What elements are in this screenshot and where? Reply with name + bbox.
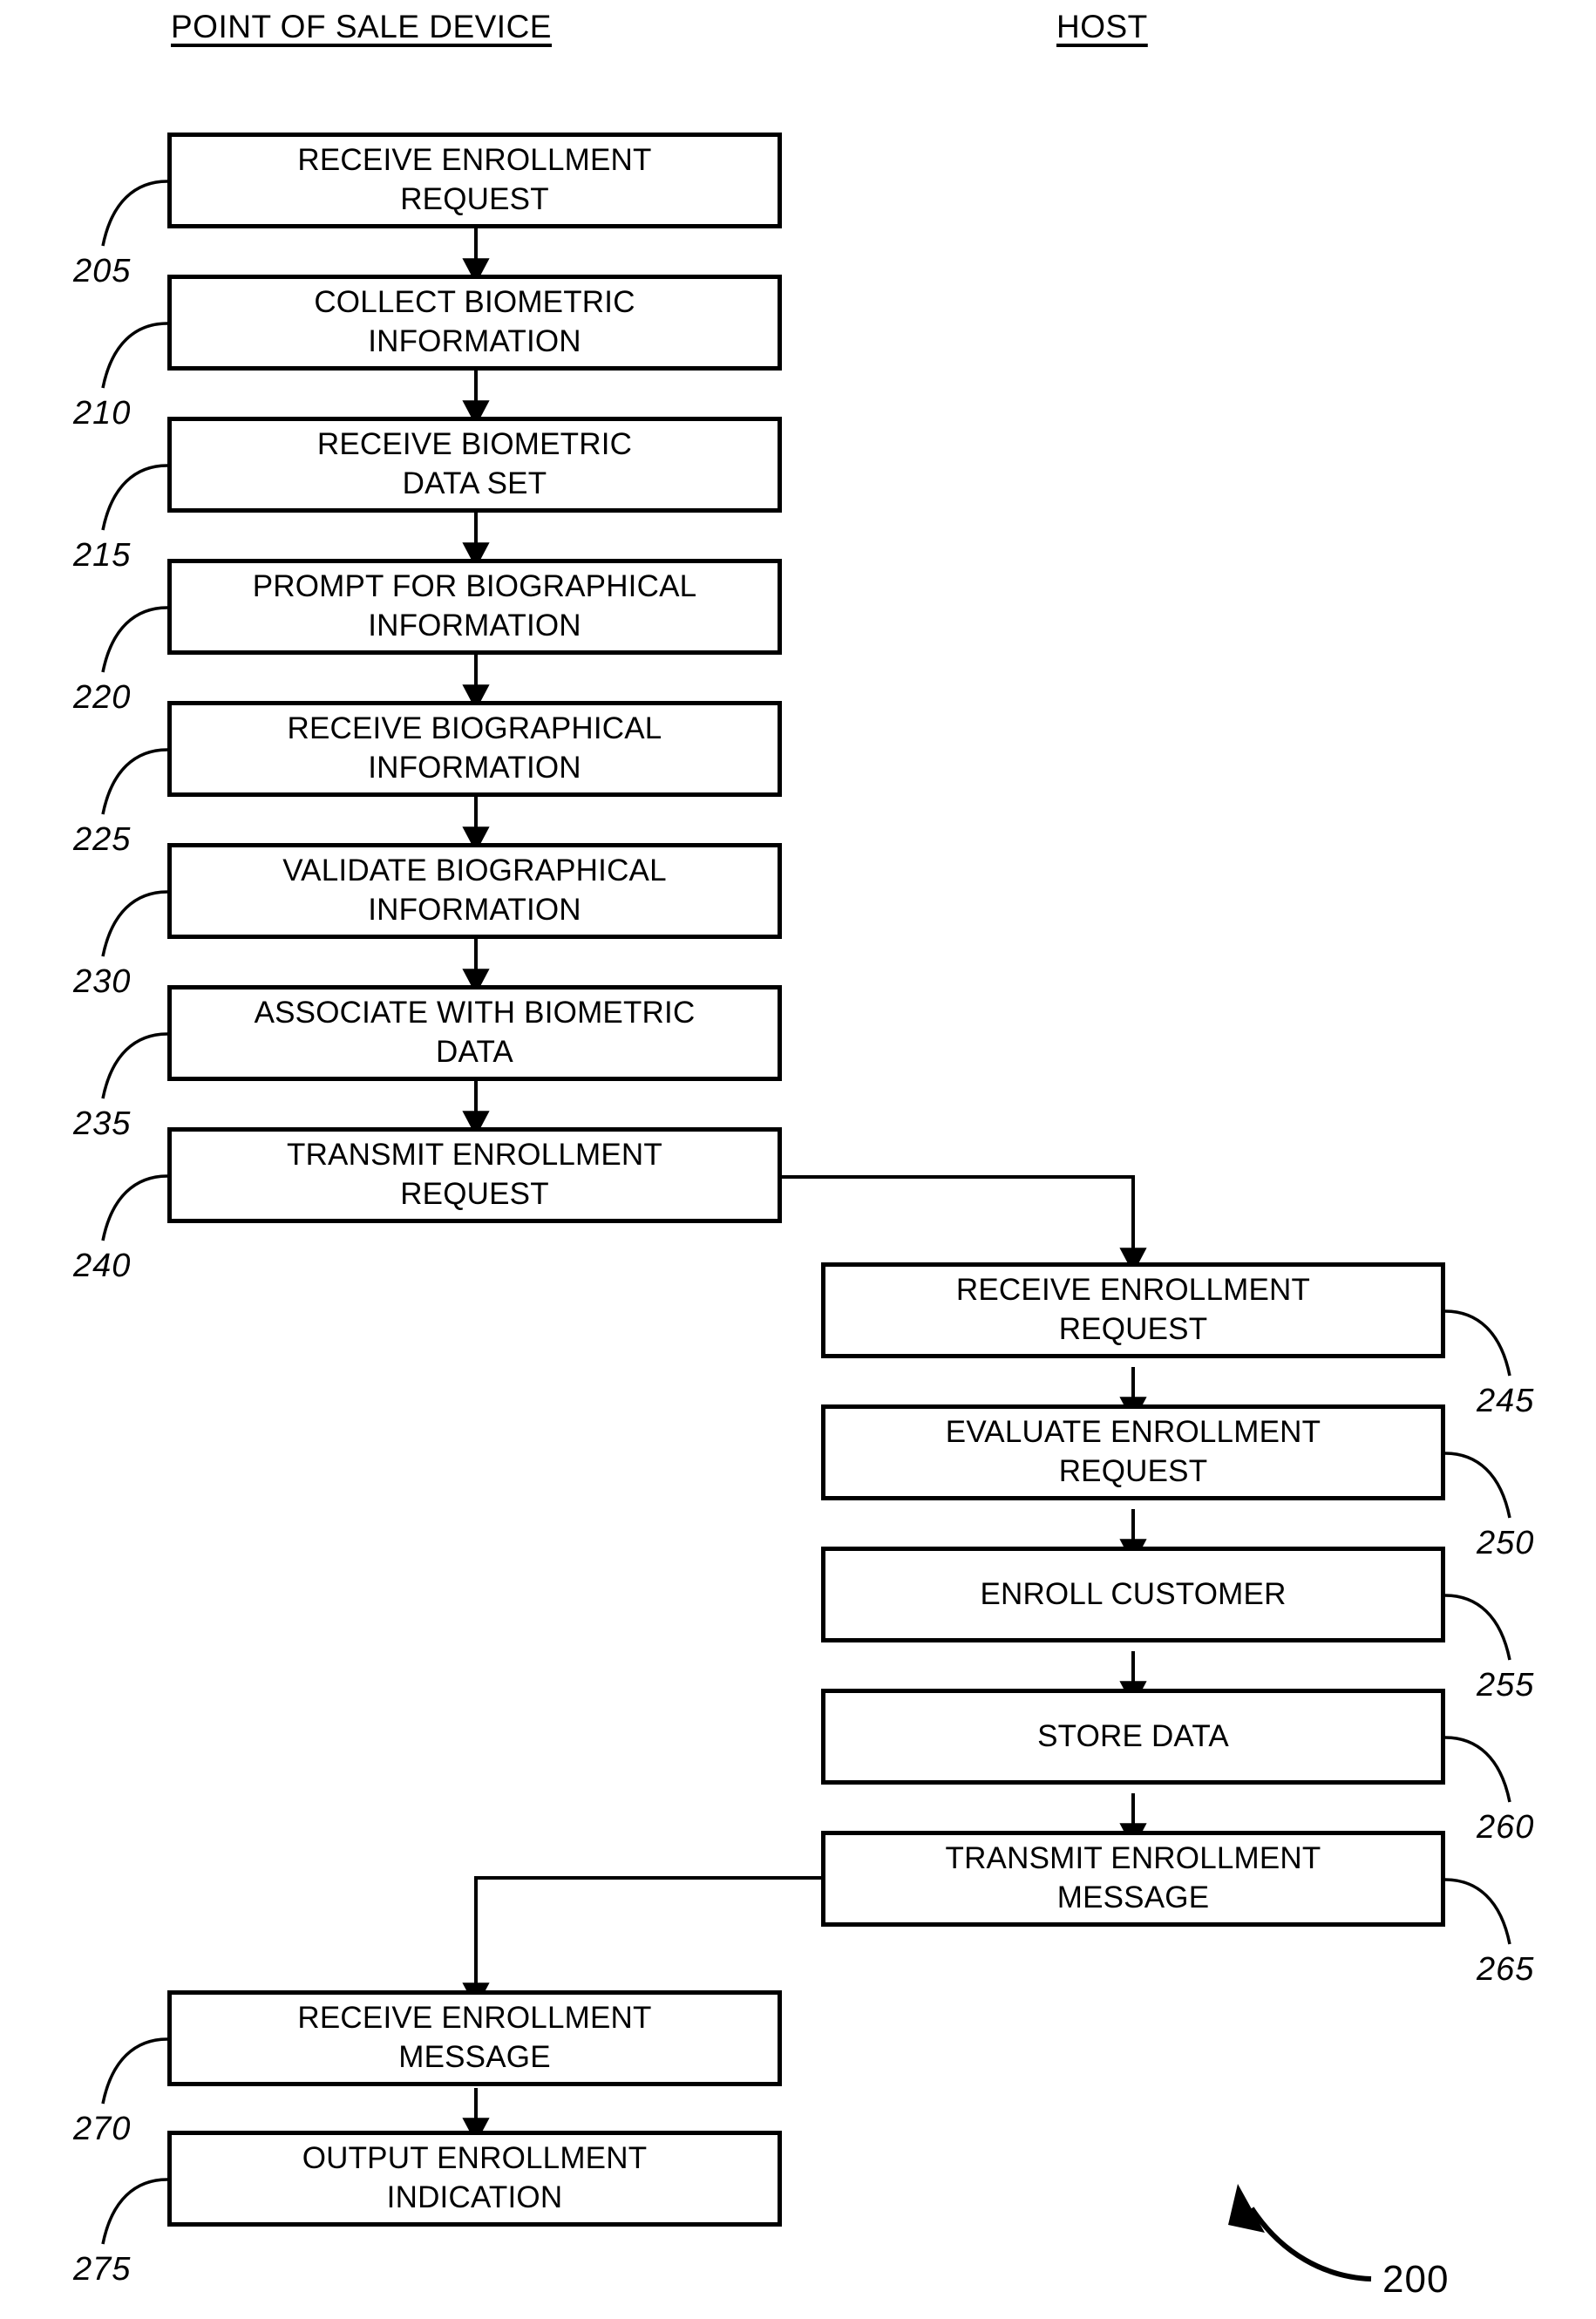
patent-figure: POINT OF SALE DEVICE HOST RECEIVE ENROLL… xyxy=(0,0,1596,2319)
process-box-host-receive-enrollment-request[interactable]: RECEIVE ENROLLMENT REQUEST xyxy=(821,1262,1445,1358)
ref-numeral-275: 275 xyxy=(73,2251,132,2288)
ref-numeral-230: 230 xyxy=(73,963,132,1000)
process-box-collect-biometric-information[interactable]: COLLECT BIOMETRIC INFORMATION xyxy=(167,275,782,371)
process-box-label: TRANSMIT ENROLLMENT REQUEST xyxy=(287,1138,662,1211)
connector-pos-to-host xyxy=(782,1175,1147,1274)
process-box-validate-biographical-information[interactable]: VALIDATE BIOGRAPHICAL INFORMATION xyxy=(167,843,782,939)
process-box-label: RECEIVE BIOGRAPHICAL INFORMATION xyxy=(287,711,662,785)
connector-host-to-pos xyxy=(462,1876,821,2009)
process-box-label: RECEIVE ENROLLMENT MESSAGE xyxy=(297,2001,652,2074)
process-box-evaluate-enrollment-request[interactable]: EVALUATE ENROLLMENT REQUEST xyxy=(821,1404,1445,1500)
process-box-store-data[interactable]: STORE DATA xyxy=(821,1689,1445,1785)
process-box-enroll-customer[interactable]: ENROLL CUSTOMER xyxy=(821,1547,1445,1642)
column-heading-host: HOST xyxy=(1056,9,1148,44)
ref-numeral-210: 210 xyxy=(73,395,132,432)
process-box-label: RECEIVE ENROLLMENT REQUEST xyxy=(955,1273,1311,1346)
ref-numeral-250: 250 xyxy=(1477,1525,1535,1561)
ref-numeral-205: 205 xyxy=(73,253,132,289)
column-heading-point-of-sale: POINT OF SALE DEVICE xyxy=(171,9,552,44)
process-box-label: OUTPUT ENROLLMENT INDICATION xyxy=(302,2141,648,2214)
ref-numeral-260: 260 xyxy=(1477,1809,1535,1846)
process-box-receive-biographical-information[interactable]: RECEIVE BIOGRAPHICAL INFORMATION xyxy=(167,701,782,797)
process-box-output-enrollment-indication[interactable]: OUTPUT ENROLLMENT INDICATION xyxy=(167,2131,782,2227)
ref-numeral-215: 215 xyxy=(73,537,132,574)
ref-numeral-270: 270 xyxy=(73,2111,132,2147)
process-box-label: PROMPT FOR BIOGRAPHICAL INFORMATION xyxy=(252,569,697,643)
process-box-associate-with-biometric-data[interactable]: ASSOCIATE WITH BIOMETRIC DATA xyxy=(167,985,782,1081)
ref-numeral-240: 240 xyxy=(73,1248,132,1284)
ref-numeral-255: 255 xyxy=(1477,1667,1535,1704)
process-box-label: STORE DATA xyxy=(1037,1718,1229,1753)
ref-numeral-235: 235 xyxy=(73,1105,132,1142)
process-box-receive-enrollment-request[interactable]: RECEIVE ENROLLMENT REQUEST xyxy=(167,133,782,228)
figure-number: 200 xyxy=(1382,2258,1450,2301)
process-box-label: COLLECT BIOMETRIC INFORMATION xyxy=(314,285,635,358)
process-box-transmit-enrollment-request[interactable]: TRANSMIT ENROLLMENT REQUEST xyxy=(167,1127,782,1223)
ref-numeral-225: 225 xyxy=(73,821,132,858)
process-box-label: EVALUATE ENROLLMENT REQUEST xyxy=(945,1415,1321,1488)
process-box-label: VALIDATE BIOGRAPHICAL INFORMATION xyxy=(282,853,667,927)
process-box-label: RECEIVE ENROLLMENT REQUEST xyxy=(297,143,652,216)
ref-numeral-245: 245 xyxy=(1477,1383,1535,1419)
process-box-transmit-enrollment-message[interactable]: TRANSMIT ENROLLMENT MESSAGE xyxy=(821,1831,1445,1927)
figure-number-leader xyxy=(1228,2184,1372,2282)
process-box-label: TRANSMIT ENROLLMENT MESSAGE xyxy=(945,1841,1321,1914)
ref-numeral-265: 265 xyxy=(1477,1951,1535,1988)
process-box-label: RECEIVE BIOMETRIC DATA SET xyxy=(316,427,633,500)
ref-numeral-220: 220 xyxy=(73,679,132,716)
process-box-prompt-for-biographical-information[interactable]: PROMPT FOR BIOGRAPHICAL INFORMATION xyxy=(167,559,782,655)
process-box-receive-enrollment-message[interactable]: RECEIVE ENROLLMENT MESSAGE xyxy=(167,1990,782,2086)
process-box-label: ASSOCIATE WITH BIOMETRIC DATA xyxy=(254,996,696,1069)
process-box-receive-biometric-data-set[interactable]: RECEIVE BIOMETRIC DATA SET xyxy=(167,417,782,513)
leader-lines-pos xyxy=(101,180,168,2245)
process-box-label: ENROLL CUSTOMER xyxy=(980,1576,1287,1611)
